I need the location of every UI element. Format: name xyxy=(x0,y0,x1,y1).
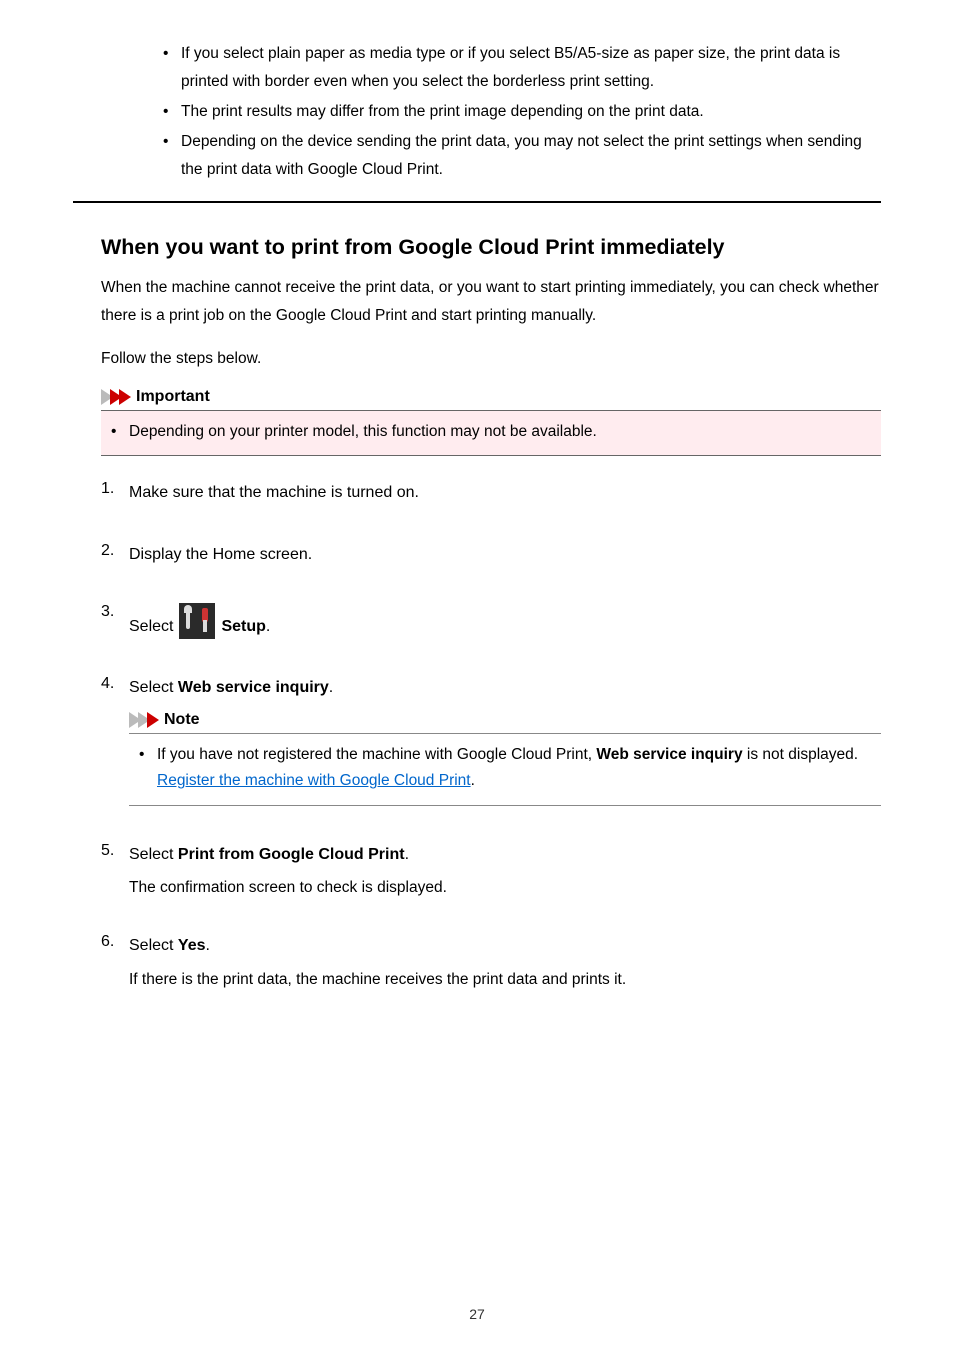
step-sub: The confirmation screen to check is disp… xyxy=(129,879,881,897)
step-suffix: . xyxy=(266,618,270,635)
note-bold: Web service inquiry xyxy=(596,746,742,763)
step-prefix: Select xyxy=(129,937,178,954)
section-divider xyxy=(73,201,881,203)
step-text: Select Setup. xyxy=(129,603,881,639)
step-text: Make sure that the machine is turned on. xyxy=(129,480,881,506)
step-prefix: Select xyxy=(129,614,173,640)
section-heading: When you want to print from Google Cloud… xyxy=(101,235,881,260)
bullet-text: The print results may differ from the pr… xyxy=(181,98,704,126)
note-header: Note xyxy=(129,711,881,734)
list-item: • If you have not registered the machine… xyxy=(139,742,871,795)
list-item: •The print results may differ from the p… xyxy=(163,98,881,126)
list-item: •If you select plain paper as media type… xyxy=(163,40,881,96)
step-6: Select Yes. If there is the print data, … xyxy=(101,933,881,989)
step-prefix: Select xyxy=(129,846,178,863)
important-body: •Depending on your printer model, this f… xyxy=(101,411,881,456)
step-text: Select Web service inquiry. xyxy=(129,675,881,701)
intro-paragraph: Follow the steps below. xyxy=(101,345,881,372)
steps-list: Make sure that the machine is turned on.… xyxy=(101,480,881,989)
step-prefix: Select xyxy=(129,679,178,696)
step-1: Make sure that the machine is turned on. xyxy=(101,480,881,506)
step-suffix: . xyxy=(206,937,210,954)
document-page: •If you select plain paper as media type… xyxy=(0,0,954,1350)
step-text: Display the Home screen. xyxy=(129,542,881,568)
step-2: Display the Home screen. xyxy=(101,542,881,568)
note-body: • If you have not registered the machine… xyxy=(129,734,881,806)
setup-icon xyxy=(179,603,215,639)
intro-paragraph: When the machine cannot receive the prin… xyxy=(101,274,881,328)
list-item: •Depending on the device sending the pri… xyxy=(163,128,881,184)
chevron-icon xyxy=(129,712,156,728)
step-text: Select Yes. xyxy=(129,933,881,959)
step-suffix: . xyxy=(329,679,333,696)
note-text: If you have not registered the machine w… xyxy=(157,746,596,763)
step-bold: Print from Google Cloud Print xyxy=(178,846,405,863)
step-3: Select Setup. xyxy=(101,603,881,639)
important-callout: Important •Depending on your printer mod… xyxy=(101,388,881,456)
important-text: Depending on your printer model, this fu… xyxy=(129,419,597,445)
bullet-text: If you select plain paper as media type … xyxy=(181,40,881,96)
step-bold: Web service inquiry xyxy=(178,679,329,696)
note-text: is not displayed. xyxy=(743,746,858,763)
important-title: Important xyxy=(136,388,210,406)
step-bold: Setup xyxy=(221,618,265,635)
register-link[interactable]: Register the machine with Google Cloud P… xyxy=(157,772,471,789)
step-bold: Yes xyxy=(178,937,206,954)
step-text: Select Print from Google Cloud Print. xyxy=(129,842,881,868)
top-note-bullets: •If you select plain paper as media type… xyxy=(163,40,881,183)
bullet-text: Depending on the device sending the prin… xyxy=(181,128,881,184)
step-suffix: . xyxy=(405,846,409,863)
step-4: Select Web service inquiry. Note • If yo… xyxy=(101,675,881,805)
note-title: Note xyxy=(164,711,200,729)
step-sub: If there is the print data, the machine … xyxy=(129,971,881,989)
chevron-icon xyxy=(101,389,128,405)
important-header: Important xyxy=(101,388,881,411)
page-number: 27 xyxy=(0,1306,954,1322)
link-suffix: . xyxy=(471,772,475,789)
step-5: Select Print from Google Cloud Print. Th… xyxy=(101,842,881,898)
note-callout: Note • If you have not registered the ma… xyxy=(129,711,881,806)
list-item: •Depending on your printer model, this f… xyxy=(111,419,871,445)
